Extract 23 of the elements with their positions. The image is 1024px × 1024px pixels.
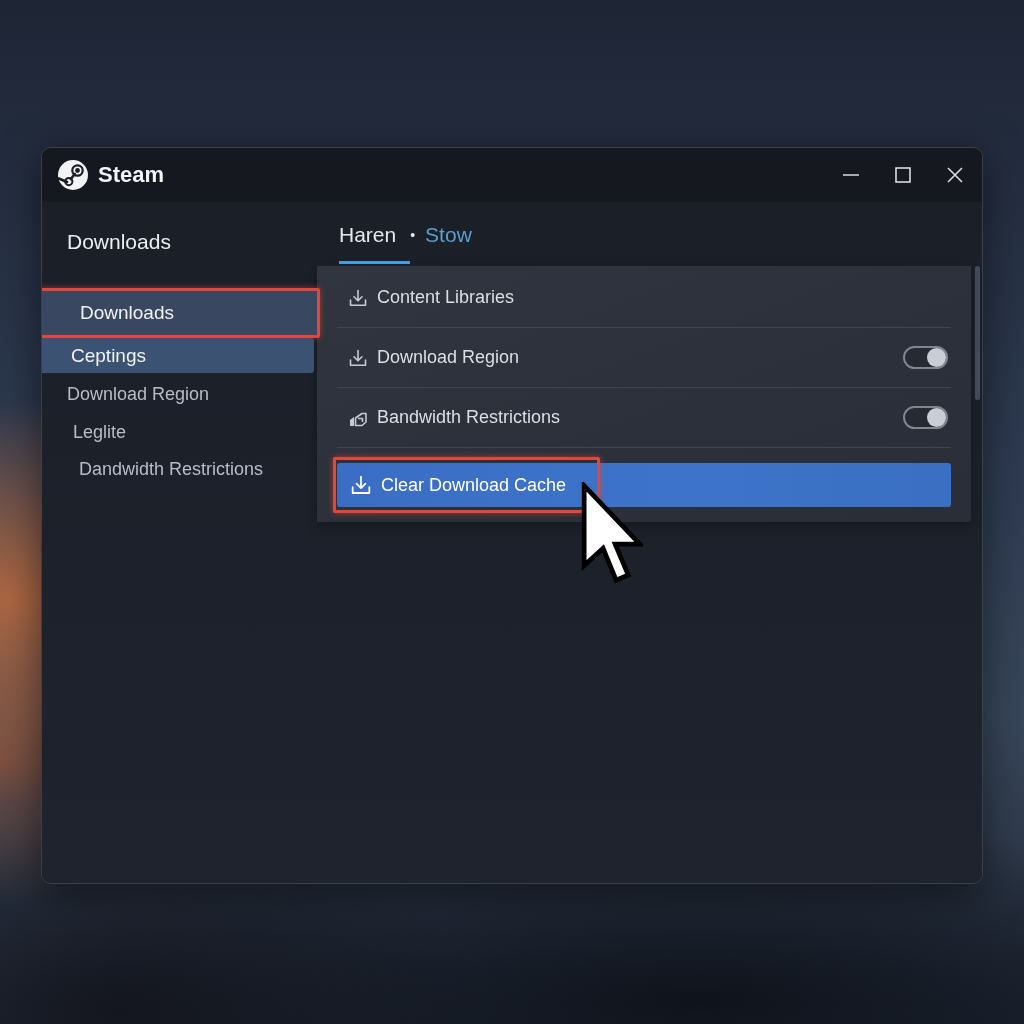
close-icon <box>947 167 963 183</box>
download-icon <box>349 288 367 307</box>
sidebar-item[interactable]: Downloads <box>42 291 318 335</box>
sidebar-item[interactable]: Download Region <box>42 375 317 413</box>
scrollbar-thumb[interactable] <box>975 266 980 400</box>
sidebar-item[interactable]: Ceptings <box>42 338 314 373</box>
toggle-switch[interactable] <box>903 406 948 429</box>
cursor-icon <box>581 482 643 584</box>
clear-cache-button[interactable]: Clear Download Cache <box>337 463 951 507</box>
sidebar-item[interactable]: Dandwidth Restrictions <box>42 451 317 488</box>
toggle-switch[interactable] <box>903 346 948 369</box>
download-icon <box>349 348 367 367</box>
setting-label[interactable]: Content Libraries <box>377 287 515 308</box>
window-title: Steam <box>98 162 165 188</box>
tab-separator: • <box>410 226 416 245</box>
setting-label: Download Region <box>377 347 520 368</box>
maximize-icon <box>895 167 911 183</box>
download-icon <box>351 475 371 495</box>
setting-label: Bandwidth Restrictions <box>377 407 561 428</box>
sidebar-item[interactable]: Leglite <box>42 413 317 451</box>
app-logo-icon <box>58 160 88 190</box>
sidebar-heading: Downloads <box>66 229 172 255</box>
tab[interactable]: Stow <box>425 222 472 264</box>
